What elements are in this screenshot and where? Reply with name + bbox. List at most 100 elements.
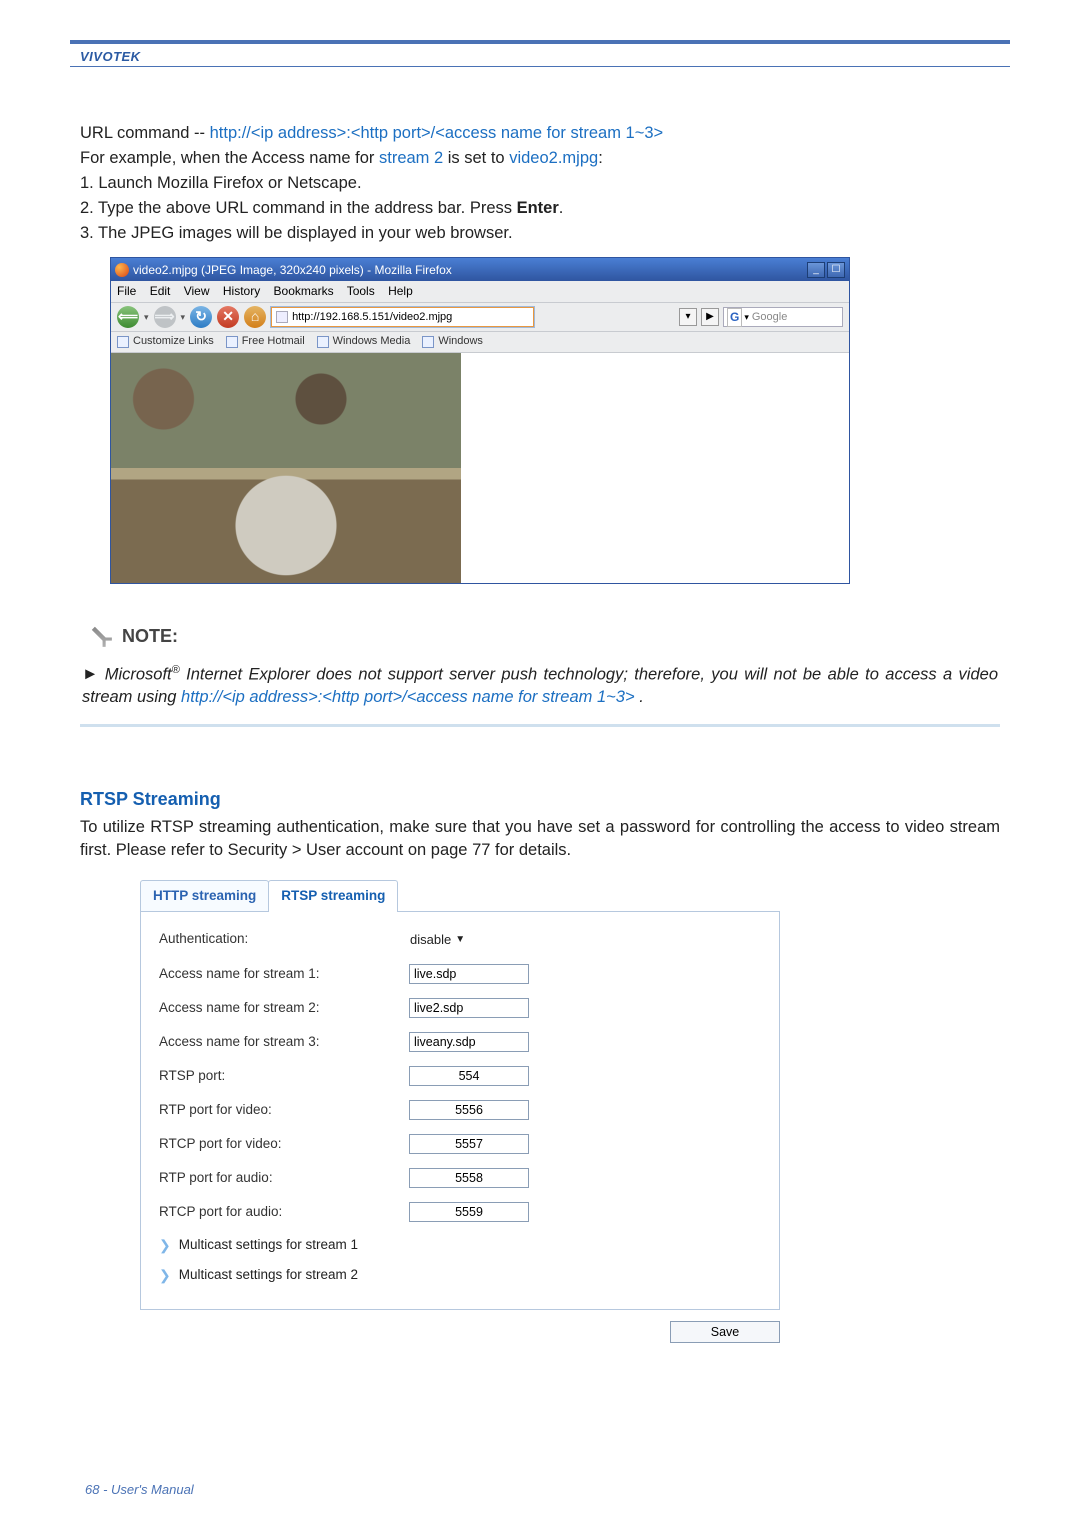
- note-block: NOTE: Microsoft® Internet Explorer does …: [80, 624, 1000, 727]
- bookmarks-toolbar: Customize Links Free Hotmail Windows Med…: [111, 332, 849, 352]
- firefox-window: video2.mjpg (JPEG Image, 320x240 pixels)…: [110, 257, 850, 583]
- minimize-icon[interactable]: _: [807, 262, 825, 278]
- step-1: 1. Launch Mozilla Firefox or Netscape.: [80, 172, 1000, 195]
- example-line-c: is set to: [443, 149, 509, 167]
- firefox-toolbar: ⟸ ▾ ⟹ ▾ ↻ ✕ ⌂ http://192.168.5.151/video…: [111, 303, 849, 332]
- search-placeholder: Google: [752, 310, 787, 325]
- rtcp-video-port-label: RTCP port for video:: [159, 1135, 409, 1154]
- back-icon[interactable]: ⟸: [117, 306, 139, 328]
- rtcp-audio-port-input[interactable]: [409, 1202, 529, 1222]
- content-body: URL command -- http://<ip address>:<http…: [80, 122, 1000, 1343]
- back-dropdown-icon[interactable]: ▾: [144, 311, 149, 324]
- tab-rtsp-streaming[interactable]: RTSP streaming: [268, 880, 398, 912]
- rtp-video-port-input[interactable]: [409, 1100, 529, 1120]
- multicast-stream-1-toggle[interactable]: ❯ Multicast settings for stream 1: [159, 1236, 761, 1256]
- bookmark-icon: [226, 336, 238, 348]
- step-2c: .: [559, 199, 564, 217]
- bookmark-label: Windows: [438, 334, 483, 349]
- bookmark-icon: [317, 336, 329, 348]
- page-footer: 68 - User's Manual: [85, 1482, 194, 1497]
- rtp-audio-port-label: RTP port for audio:: [159, 1169, 409, 1188]
- rtp-audio-port-input[interactable]: [409, 1168, 529, 1188]
- note-body: Microsoft® Internet Explorer does not su…: [80, 659, 1000, 727]
- step-2a: 2. Type the above URL command in the add…: [80, 199, 517, 217]
- rtsp-paragraph: To utilize RTSP streaming authentication…: [80, 816, 1000, 862]
- multicast-stream-1-label: Multicast settings for stream 1: [179, 1236, 358, 1255]
- firefox-content: [111, 353, 849, 583]
- forward-icon[interactable]: ⟹: [154, 306, 176, 328]
- menu-tools[interactable]: Tools: [347, 284, 375, 298]
- search-dd-icon[interactable]: ▾: [744, 311, 749, 324]
- bookmark-label: Free Hotmail: [242, 334, 305, 349]
- firefox-icon: [115, 263, 129, 277]
- bookmark-free-hotmail[interactable]: Free Hotmail: [226, 334, 305, 349]
- note-url: http://<ip address>:<http port>/<access …: [181, 688, 635, 706]
- access-name-1-input[interactable]: [409, 964, 529, 984]
- multicast-stream-2-label: Multicast settings for stream 2: [179, 1266, 358, 1285]
- bookmark-customize-links[interactable]: Customize Links: [117, 334, 214, 349]
- pen-icon: [85, 621, 116, 652]
- rtcp-video-port-input[interactable]: [409, 1134, 529, 1154]
- save-button[interactable]: Save: [670, 1321, 780, 1343]
- example-line-a: For example, when the Access name for: [80, 149, 379, 167]
- example-filename: video2.mjpg: [509, 149, 598, 167]
- access-name-3-label: Access name for stream 3:: [159, 1033, 409, 1052]
- url-history-dropdown-icon[interactable]: ▾: [679, 308, 697, 326]
- access-name-2-label: Access name for stream 2:: [159, 999, 409, 1018]
- expand-icon: ❯: [159, 1266, 171, 1286]
- bookmark-label: Windows Media: [333, 334, 411, 349]
- rtsp-form-panel: Authentication: disable ▼ Access name for…: [140, 911, 780, 1310]
- menu-help[interactable]: Help: [388, 284, 413, 298]
- menu-view[interactable]: View: [184, 284, 210, 298]
- rtsp-heading: RTSP Streaming: [80, 787, 1000, 812]
- google-icon: G: [727, 308, 742, 327]
- rtsp-port-label: RTSP port:: [159, 1067, 409, 1086]
- url-text: http://192.168.5.151/video2.mjpg: [292, 310, 452, 325]
- bookmark-label: Customize Links: [133, 334, 214, 349]
- go-icon[interactable]: ▶: [701, 308, 719, 326]
- firefox-menubar[interactable]: File Edit View History Bookmarks Tools H…: [111, 281, 849, 303]
- auth-label: Authentication:: [159, 930, 409, 949]
- note-text-a: Microsoft: [105, 665, 172, 683]
- url-input[interactable]: http://192.168.5.151/video2.mjpg: [271, 307, 534, 327]
- menu-file[interactable]: File: [117, 284, 136, 298]
- firefox-titlebar: video2.mjpg (JPEG Image, 320x240 pixels)…: [111, 258, 849, 281]
- chevron-down-icon: ▼: [455, 933, 465, 947]
- firefox-title: video2.mjpg (JPEG Image, 320x240 pixels)…: [133, 262, 452, 279]
- search-input[interactable]: G▾ Google: [723, 307, 843, 327]
- example-line-e: :: [598, 149, 603, 167]
- bookmark-windows[interactable]: Windows: [422, 334, 483, 349]
- forward-dropdown-icon[interactable]: ▾: [181, 311, 186, 324]
- menu-history[interactable]: History: [223, 284, 260, 298]
- stop-icon[interactable]: ✕: [217, 306, 239, 328]
- step-3: 3. The JPEG images will be displayed in …: [80, 222, 1000, 245]
- url-cmd-prefix: URL command --: [80, 124, 210, 142]
- tab-http-streaming[interactable]: HTTP streaming: [140, 880, 269, 912]
- note-text-c: .: [635, 688, 644, 706]
- note-heading: NOTE:: [122, 624, 178, 649]
- streaming-panel: HTTP streaming RTSP streaming Authentica…: [140, 880, 780, 1311]
- auth-value: disable: [410, 931, 451, 949]
- bookmark-icon: [422, 336, 434, 348]
- home-icon[interactable]: ⌂: [244, 306, 266, 328]
- rtsp-port-input[interactable]: [409, 1066, 529, 1086]
- url-cmd: http://<ip address>:<http port>/<access …: [210, 124, 664, 142]
- bookmark-windows-media[interactable]: Windows Media: [317, 334, 411, 349]
- access-name-1-label: Access name for stream 1:: [159, 965, 409, 984]
- brand: VIVOTEK: [80, 49, 141, 64]
- access-name-2-input[interactable]: [409, 998, 529, 1018]
- auth-select[interactable]: disable ▼: [409, 930, 466, 950]
- example-stream2: stream 2: [379, 149, 443, 167]
- stream-image: [111, 353, 461, 583]
- multicast-stream-2-toggle[interactable]: ❯ Multicast settings for stream 2: [159, 1266, 761, 1286]
- access-name-3-input[interactable]: [409, 1032, 529, 1052]
- expand-icon: ❯: [159, 1236, 171, 1256]
- menu-bookmarks[interactable]: Bookmarks: [274, 284, 334, 298]
- reload-icon[interactable]: ↻: [190, 306, 212, 328]
- maximize-icon[interactable]: ☐: [827, 262, 845, 278]
- rtcp-audio-port-label: RTCP port for audio:: [159, 1203, 409, 1222]
- menu-edit[interactable]: Edit: [150, 284, 171, 298]
- note-registered-symbol: ®: [172, 664, 180, 676]
- step-2-enter: Enter: [517, 199, 559, 217]
- bookmark-icon: [117, 336, 129, 348]
